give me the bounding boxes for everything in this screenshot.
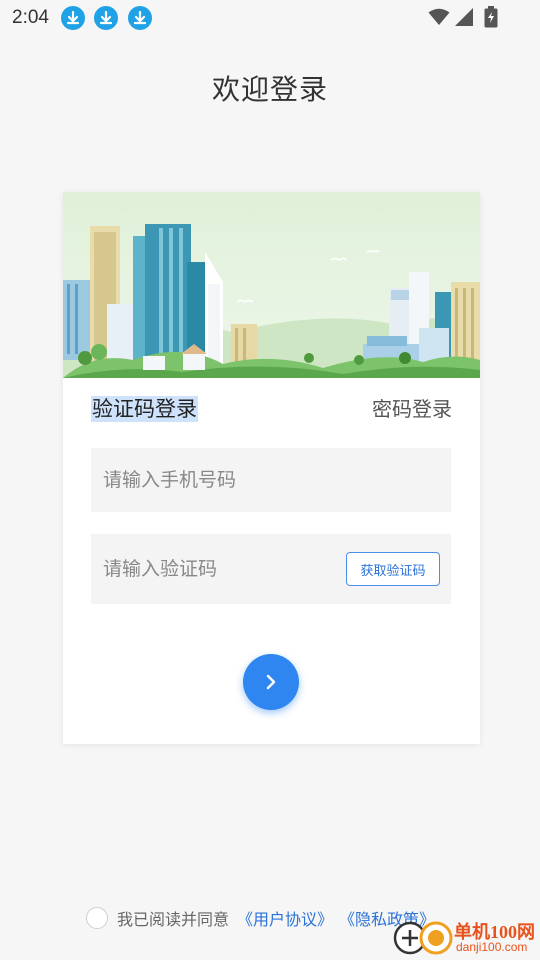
download-icon bbox=[94, 6, 118, 30]
tab-password-login[interactable]: 密码登录 bbox=[372, 396, 452, 422]
agreement-checkbox[interactable] bbox=[86, 907, 108, 929]
code-field: 获取验证码 bbox=[91, 534, 451, 604]
download-icon bbox=[128, 6, 152, 30]
agreement-row: 我已阅读并同意 《用户协议》 《隐私政策》 bbox=[86, 906, 441, 930]
get-code-button[interactable]: 获取验证码 bbox=[346, 552, 440, 586]
wifi-icon bbox=[428, 8, 450, 25]
signal-icon bbox=[455, 8, 473, 26]
battery-icon bbox=[484, 6, 498, 28]
submit-button[interactable] bbox=[243, 654, 299, 710]
watermark-domain: danji100.com bbox=[456, 940, 528, 954]
phone-input[interactable] bbox=[91, 448, 451, 512]
phone-field bbox=[91, 448, 451, 512]
city-banner-image bbox=[63, 192, 480, 378]
page-title: 欢迎登录 bbox=[211, 73, 328, 106]
chevron-right-icon bbox=[266, 674, 276, 690]
watermark-logo-icon bbox=[393, 921, 453, 955]
watermark: 单机100网 danji100.com bbox=[392, 916, 540, 960]
tab-sms-login[interactable]: 验证码登录 bbox=[91, 396, 198, 422]
agreement-text: 我已阅读并同意 bbox=[117, 910, 230, 929]
status-bar: 2:04 bbox=[0, 0, 540, 36]
status-time: 2:04 bbox=[12, 7, 49, 28]
download-icon bbox=[61, 6, 85, 30]
login-card: 验证码登录 密码登录 获取验证码 bbox=[63, 192, 480, 744]
user-agreement-link[interactable]: 《用户协议》 bbox=[237, 906, 333, 930]
